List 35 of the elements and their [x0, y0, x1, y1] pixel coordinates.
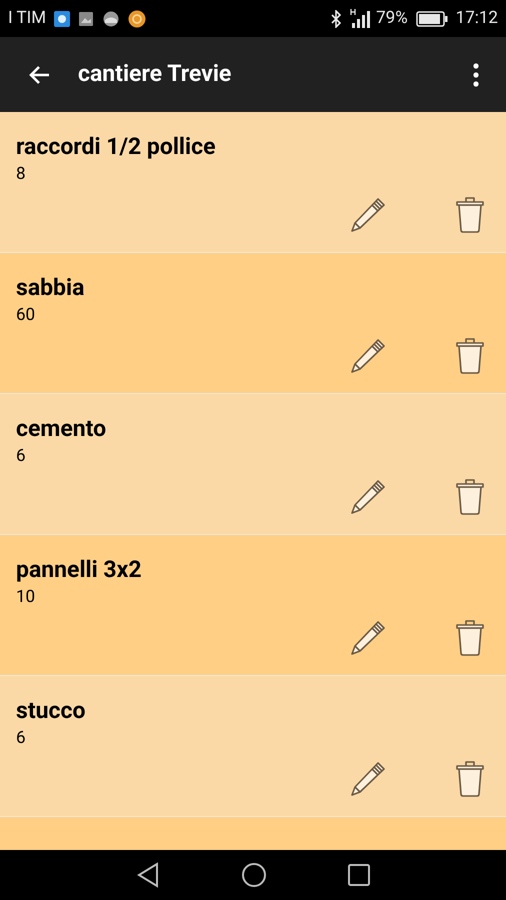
battery-icon — [416, 10, 448, 26]
list-item[interactable]: cemento 6 — [0, 394, 506, 535]
item-quantity: 6 — [16, 727, 27, 750]
app-notification-icon — [128, 10, 146, 28]
back-icon[interactable] — [135, 862, 161, 888]
item-quantity: 10 — [16, 586, 36, 609]
more-icon — [473, 62, 479, 86]
list-item[interactable]: raccordi 1/2 pollice 8 — [0, 112, 506, 253]
message-icon — [54, 10, 70, 26]
cloud-icon — [102, 10, 120, 26]
list-item[interactable]: stucco 6 — [0, 676, 506, 817]
item-quantity: 60 — [16, 304, 36, 327]
image-icon — [78, 10, 94, 26]
item-name: pannelli 3x2 — [16, 555, 143, 585]
trash-icon[interactable] — [454, 476, 486, 516]
bluetooth-icon — [330, 10, 342, 28]
trash-icon[interactable] — [454, 335, 486, 375]
signal-icon — [350, 8, 372, 28]
item-name: stucco — [16, 696, 86, 726]
carrier-label: I TIM — [8, 6, 46, 30]
clock-time: 17:12 — [456, 6, 498, 30]
list-item[interactable]: pannelli 3x2 10 — [0, 535, 506, 676]
trash-icon[interactable] — [454, 758, 486, 798]
item-name: cemento — [16, 414, 108, 444]
trash-icon[interactable] — [454, 617, 486, 657]
battery-percent: 79% — [376, 6, 408, 30]
screen-title: cantiere Trevie — [78, 59, 232, 90]
item-quantity: 6 — [16, 445, 27, 468]
recents-icon[interactable] — [347, 863, 371, 887]
item-quantity: 8 — [16, 163, 27, 186]
trash-icon[interactable] — [454, 194, 486, 234]
item-name: raccordi 1/2 pollice — [16, 132, 216, 162]
home-icon[interactable] — [241, 862, 267, 888]
item-name: sabbia — [16, 273, 86, 303]
list-item[interactable]: sabbia 60 — [0, 253, 506, 394]
